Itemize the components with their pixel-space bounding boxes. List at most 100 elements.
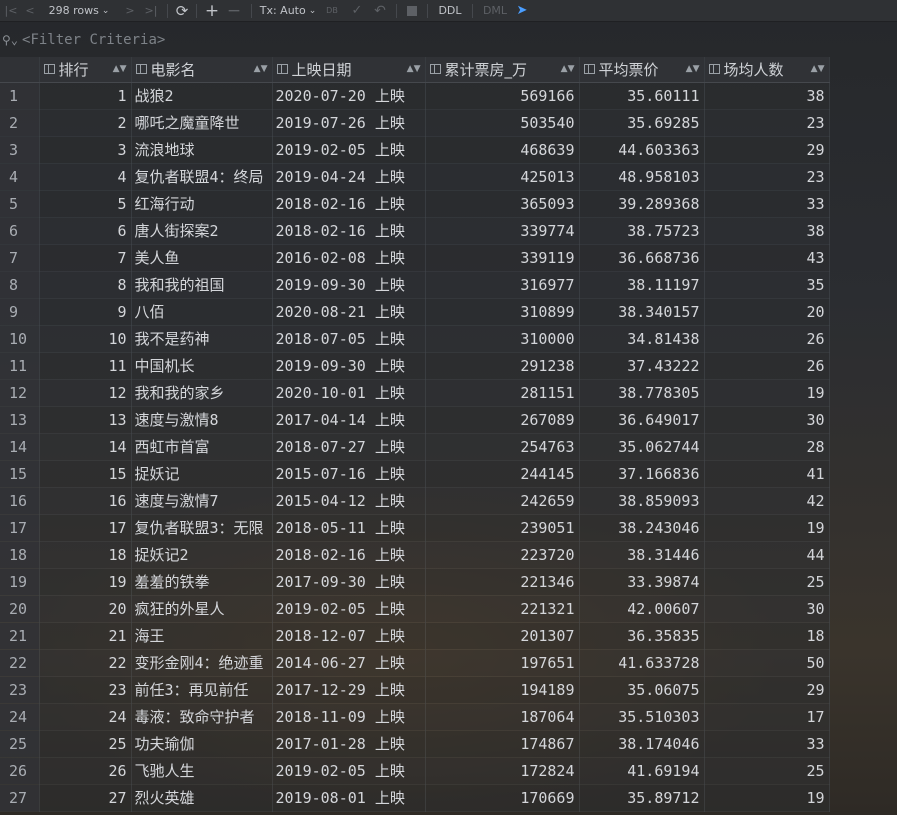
- cell-avg-audience[interactable]: 50: [704, 649, 830, 677]
- refresh-icon[interactable]: ⟳: [173, 0, 191, 21]
- cell-rank[interactable]: 3: [39, 136, 132, 164]
- table-row[interactable]: 4 4 复仇者联盟4：终局 2019-04-24 上映 425013 48.958103 2…: [0, 163, 830, 191]
- cell-box-office[interactable]: 267089: [425, 406, 580, 434]
- cell-box-office[interactable]: 503540: [425, 109, 580, 137]
- cell-avg-audience[interactable]: 29: [704, 136, 830, 164]
- column-header-rank[interactable]: 排行 ▲▼: [39, 57, 132, 83]
- cell-release-date[interactable]: 2018-02-16 上映: [272, 541, 426, 569]
- cell-release-date[interactable]: 2018-12-07 上映: [272, 622, 426, 650]
- cell-avg-price[interactable]: 35.510303: [579, 703, 705, 731]
- cell-avg-price[interactable]: 35.69285: [579, 109, 705, 137]
- cell-rank[interactable]: 21: [39, 622, 132, 650]
- cell-box-office[interactable]: 187064: [425, 703, 580, 731]
- column-header-avg-audience[interactable]: 场均人数 ▲▼: [704, 57, 830, 83]
- cell-movie-name[interactable]: 捉妖记: [131, 460, 273, 488]
- cell-movie-name[interactable]: 红海行动: [131, 190, 273, 218]
- cell-box-office[interactable]: 291238: [425, 352, 580, 380]
- cell-rank[interactable]: 6: [39, 217, 132, 245]
- table-row[interactable]: 26 26 飞驰人生 2019-02-05 上映 172824 41.69194 25: [0, 757, 830, 785]
- cell-release-date[interactable]: 2019-07-26 上映: [272, 109, 426, 137]
- cell-rank[interactable]: 13: [39, 406, 132, 434]
- cell-movie-name[interactable]: 功夫瑜伽: [131, 730, 273, 758]
- cell-avg-price[interactable]: 48.958103: [579, 163, 705, 191]
- cell-release-date[interactable]: 2019-09-30 上映: [272, 352, 426, 380]
- cell-movie-name[interactable]: 哪吒之魔童降世: [131, 109, 273, 137]
- next-page-icon[interactable]: >: [120, 0, 140, 21]
- cell-avg-price[interactable]: 38.340157: [579, 298, 705, 326]
- table-row[interactable]: 10 10 我不是药神 2018-07-05 上映 310000 34.81438 26: [0, 325, 830, 353]
- dml-button[interactable]: DML: [478, 0, 512, 21]
- cell-rank[interactable]: 25: [39, 730, 132, 758]
- table-row[interactable]: 14 14 西虹市首富 2018-07-27 上映 254763 35.062744 28: [0, 433, 830, 461]
- table-row[interactable]: 9 9 八佰 2020-08-21 上映 310899 38.340157 20: [0, 298, 830, 326]
- cell-avg-audience[interactable]: 29: [704, 676, 830, 704]
- cell-rank[interactable]: 5: [39, 190, 132, 218]
- first-page-icon[interactable]: |<: [0, 0, 22, 21]
- cell-rank[interactable]: 18: [39, 541, 132, 569]
- cell-release-date[interactable]: 2020-08-21 上映: [272, 298, 426, 326]
- cell-avg-audience[interactable]: 19: [704, 784, 830, 812]
- sort-icon[interactable]: ▲▼: [407, 64, 421, 74]
- add-row-icon[interactable]: +: [202, 0, 222, 21]
- table-row[interactable]: 18 18 捉妖记2 2018-02-16 上映 223720 38.31446 44: [0, 541, 830, 569]
- cell-avg-audience[interactable]: 38: [704, 217, 830, 245]
- cell-avg-price[interactable]: 35.06075: [579, 676, 705, 704]
- cell-rank[interactable]: 17: [39, 514, 132, 542]
- cell-box-office[interactable]: 223720: [425, 541, 580, 569]
- cell-avg-price[interactable]: 38.31446: [579, 541, 705, 569]
- table-row[interactable]: 25 25 功夫瑜伽 2017-01-28 上映 174867 38.174046 33: [0, 730, 830, 758]
- table-row[interactable]: 23 23 前任3：再见前任 2017-12-29 上映 194189 35.06075 2…: [0, 676, 830, 704]
- cell-release-date[interactable]: 2019-09-30 上映: [272, 271, 426, 299]
- cell-avg-price[interactable]: 37.43222: [579, 352, 705, 380]
- cell-movie-name[interactable]: 变形金刚4：绝迹重: [131, 649, 273, 677]
- cell-avg-audience[interactable]: 42: [704, 487, 830, 515]
- table-row[interactable]: 24 24 毒液：致命守护者 2018-11-09 上映 187064 35.510303…: [0, 703, 830, 731]
- table-row[interactable]: 15 15 捉妖记 2015-07-16 上映 244145 37.166836 41: [0, 460, 830, 488]
- ddl-button[interactable]: DDL: [433, 0, 467, 21]
- cell-movie-name[interactable]: 速度与激情8: [131, 406, 273, 434]
- db-icon[interactable]: DB: [319, 0, 345, 21]
- column-header-release-date[interactable]: 上映日期 ▲▼: [272, 57, 426, 83]
- cell-avg-price[interactable]: 38.174046: [579, 730, 705, 758]
- table-row[interactable]: 7 7 美人鱼 2016-02-08 上映 339119 36.668736 43: [0, 244, 830, 272]
- cell-rank[interactable]: 20: [39, 595, 132, 623]
- cell-movie-name[interactable]: 流浪地球: [131, 136, 273, 164]
- cell-avg-audience[interactable]: 20: [704, 298, 830, 326]
- cell-rank[interactable]: 9: [39, 298, 132, 326]
- cell-avg-price[interactable]: 36.668736: [579, 244, 705, 272]
- delete-row-icon[interactable]: −: [222, 0, 246, 21]
- cell-box-office[interactable]: 201307: [425, 622, 580, 650]
- cell-release-date[interactable]: 2018-02-16 上映: [272, 217, 426, 245]
- cell-movie-name[interactable]: 海王: [131, 622, 273, 650]
- cell-box-office[interactable]: 310899: [425, 298, 580, 326]
- cell-avg-price[interactable]: 35.062744: [579, 433, 705, 461]
- cell-avg-price[interactable]: 36.649017: [579, 406, 705, 434]
- cell-avg-audience[interactable]: 23: [704, 163, 830, 191]
- cell-movie-name[interactable]: 烈火英雄: [131, 784, 273, 812]
- cell-avg-price[interactable]: 37.166836: [579, 460, 705, 488]
- cell-rank[interactable]: 4: [39, 163, 132, 191]
- table-row[interactable]: 11 11 中国机长 2019-09-30 上映 291238 37.43222 26: [0, 352, 830, 380]
- cell-box-office[interactable]: 170669: [425, 784, 580, 812]
- cell-release-date[interactable]: 2018-07-27 上映: [272, 433, 426, 461]
- cell-box-office[interactable]: 172824: [425, 757, 580, 785]
- cell-avg-price[interactable]: 38.778305: [579, 379, 705, 407]
- cell-box-office[interactable]: 174867: [425, 730, 580, 758]
- cell-avg-audience[interactable]: 41: [704, 460, 830, 488]
- cell-release-date[interactable]: 2018-11-09 上映: [272, 703, 426, 731]
- cell-rank[interactable]: 10: [39, 325, 132, 353]
- cell-box-office[interactable]: 316977: [425, 271, 580, 299]
- table-row[interactable]: 19 19 羞羞的铁拳 2017-09-30 上映 221346 33.39874 25: [0, 568, 830, 596]
- cell-movie-name[interactable]: 我不是药神: [131, 325, 273, 353]
- cell-avg-audience[interactable]: 44: [704, 541, 830, 569]
- cell-avg-price[interactable]: 33.39874: [579, 568, 705, 596]
- cell-movie-name[interactable]: 复仇者联盟3：无限: [131, 514, 273, 542]
- cell-box-office[interactable]: 468639: [425, 136, 580, 164]
- cell-release-date[interactable]: 2014-06-27 上映: [272, 649, 426, 677]
- last-page-icon[interactable]: >|: [140, 0, 162, 21]
- cell-avg-price[interactable]: 41.69194: [579, 757, 705, 785]
- cell-rank[interactable]: 11: [39, 352, 132, 380]
- prev-page-icon[interactable]: <: [22, 0, 38, 21]
- stop-icon[interactable]: [402, 0, 422, 21]
- cell-avg-price[interactable]: 42.00607: [579, 595, 705, 623]
